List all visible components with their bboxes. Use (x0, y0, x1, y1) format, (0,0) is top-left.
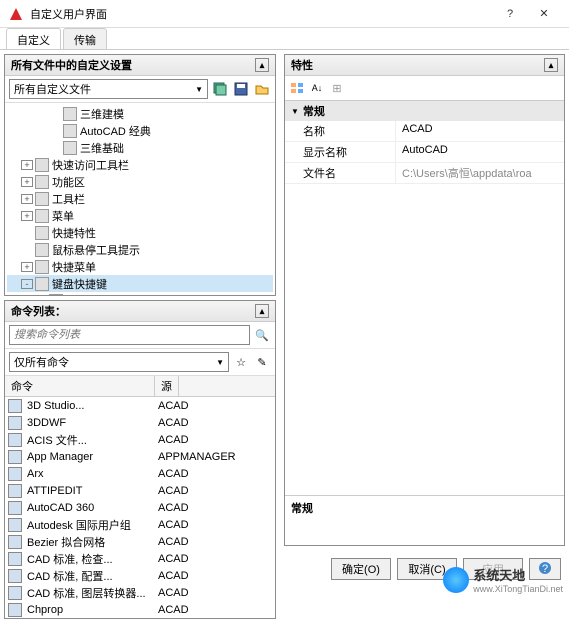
command-row[interactable]: Autodesk 国际用户组ACAD (5, 516, 275, 533)
tree-node[interactable]: 快捷特性 (7, 224, 273, 241)
command-row[interactable]: CAD 标准, 检查...ACAD (5, 550, 275, 567)
expand-toggle[interactable]: + (21, 211, 33, 221)
node-icon (63, 124, 77, 138)
command-icon (8, 467, 22, 481)
expand-toggle[interactable]: + (21, 262, 33, 272)
panel1-title: 所有文件中的自定义设置 (11, 57, 132, 73)
command-icon (8, 552, 22, 566)
command-row[interactable]: ACIS 文件...ACAD (5, 431, 275, 448)
command-icon (8, 535, 22, 549)
tree-node[interactable]: +快速访问工具栏 (7, 156, 273, 173)
watermark: 系统天地 www.XiTongTianDi.net (443, 565, 563, 594)
prop-help-icon[interactable]: ⊞ (328, 79, 346, 97)
node-icon (35, 175, 49, 189)
tree-node[interactable]: +快捷键 (7, 292, 273, 295)
props-title: 特性 (291, 57, 313, 73)
node-icon (35, 158, 49, 172)
node-icon (49, 294, 63, 296)
command-icon (8, 399, 22, 413)
app-logo (8, 6, 24, 22)
filter-icon[interactable]: ✎ (253, 353, 271, 371)
command-list-header[interactable]: 命令 源 (5, 376, 275, 397)
command-row[interactable]: Bezier 拟合网格ACAD (5, 533, 275, 550)
collapse-icon[interactable]: ▴ (255, 304, 269, 318)
property-row[interactable]: 文件名C:\Users\高恒\appdata\roa (285, 163, 564, 184)
window-title: 自定义用户界面 (30, 6, 493, 22)
star-icon[interactable]: ☆ (232, 353, 250, 371)
command-icon (8, 416, 22, 430)
tree-node[interactable]: 鼠标悬停工具提示 (7, 241, 273, 258)
tab-customize[interactable]: 自定义 (6, 28, 61, 49)
customization-tree[interactable]: 三维建模AutoCAD 经典三维基础+快速访问工具栏+功能区+工具栏+菜单快捷特… (5, 103, 275, 295)
expand-toggle[interactable]: - (21, 279, 33, 289)
tree-node[interactable]: +工具栏 (7, 190, 273, 207)
close-button[interactable]: ✕ (527, 2, 561, 26)
prop-description: 常规 (285, 495, 564, 545)
command-row[interactable]: ATTIPEDITACAD (5, 482, 275, 499)
command-icon (8, 501, 22, 515)
command-row[interactable]: ArxACAD (5, 465, 275, 482)
property-row[interactable]: 显示名称AutoCAD (285, 142, 564, 163)
panel2-title: 命令列表： (11, 303, 66, 319)
collapse-icon[interactable]: ▴ (544, 58, 558, 72)
node-icon (35, 277, 49, 291)
triangle-down-icon: ▼ (291, 107, 299, 116)
node-icon (35, 209, 49, 223)
command-icon (8, 450, 22, 464)
command-icon (8, 484, 22, 498)
command-icon (8, 603, 22, 617)
node-icon (35, 226, 49, 240)
chevron-down-icon: ▼ (195, 85, 203, 94)
ok-button[interactable]: 确定(O) (331, 558, 391, 580)
tree-node[interactable]: 三维建模 (7, 105, 273, 122)
tab-transfer[interactable]: 传输 (63, 28, 107, 49)
node-icon (63, 107, 77, 121)
node-icon (63, 141, 77, 155)
command-row[interactable]: AutoCAD 360ACAD (5, 499, 275, 516)
save-all-icon[interactable] (211, 80, 229, 98)
command-icon (8, 433, 22, 447)
command-row[interactable]: ChpropACAD (5, 601, 275, 618)
tree-node[interactable]: -键盘快捷键 (7, 275, 273, 292)
expand-toggle[interactable]: + (21, 177, 33, 187)
command-row[interactable]: CAD 标准, 配置...ACAD (5, 567, 275, 584)
open-icon[interactable] (253, 80, 271, 98)
collapse-icon[interactable]: ▴ (255, 58, 269, 72)
property-row[interactable]: 名称ACAD (285, 121, 564, 142)
save-icon[interactable] (232, 80, 250, 98)
command-icon (8, 586, 22, 600)
help-button[interactable]: ? (493, 2, 527, 26)
expand-toggle[interactable]: + (21, 160, 33, 170)
tree-node[interactable]: +功能区 (7, 173, 273, 190)
command-row[interactable]: 3D Studio...ACAD (5, 397, 275, 414)
node-icon (35, 243, 49, 257)
tree-node[interactable]: AutoCAD 经典 (7, 122, 273, 139)
tree-node[interactable]: +菜单 (7, 207, 273, 224)
tree-node[interactable]: 三维基础 (7, 139, 273, 156)
tree-node[interactable]: +快捷菜单 (7, 258, 273, 275)
command-row[interactable]: App ManagerAPPMANAGER (5, 448, 275, 465)
search-icon[interactable]: 🔍 (253, 326, 271, 344)
chevron-down-icon: ▼ (216, 358, 224, 367)
expand-toggle[interactable]: + (21, 194, 33, 204)
command-icon (8, 569, 22, 583)
filter-combo[interactable]: 仅所有命令 ▼ (9, 352, 229, 372)
command-row[interactable]: CAD 标准, 图层转换器...ACAD (5, 584, 275, 601)
watermark-logo (443, 567, 469, 593)
command-row[interactable]: 3DDWFACAD (5, 414, 275, 431)
prop-category[interactable]: ▼常规 (285, 101, 564, 121)
search-input[interactable] (9, 325, 250, 345)
node-icon (35, 192, 49, 206)
categorize-icon[interactable] (288, 79, 306, 97)
sort-az-icon[interactable]: A↓ (308, 79, 326, 97)
node-icon (35, 260, 49, 274)
file-combo[interactable]: 所有自定义文件 ▼ (9, 79, 208, 99)
command-icon (8, 518, 22, 532)
